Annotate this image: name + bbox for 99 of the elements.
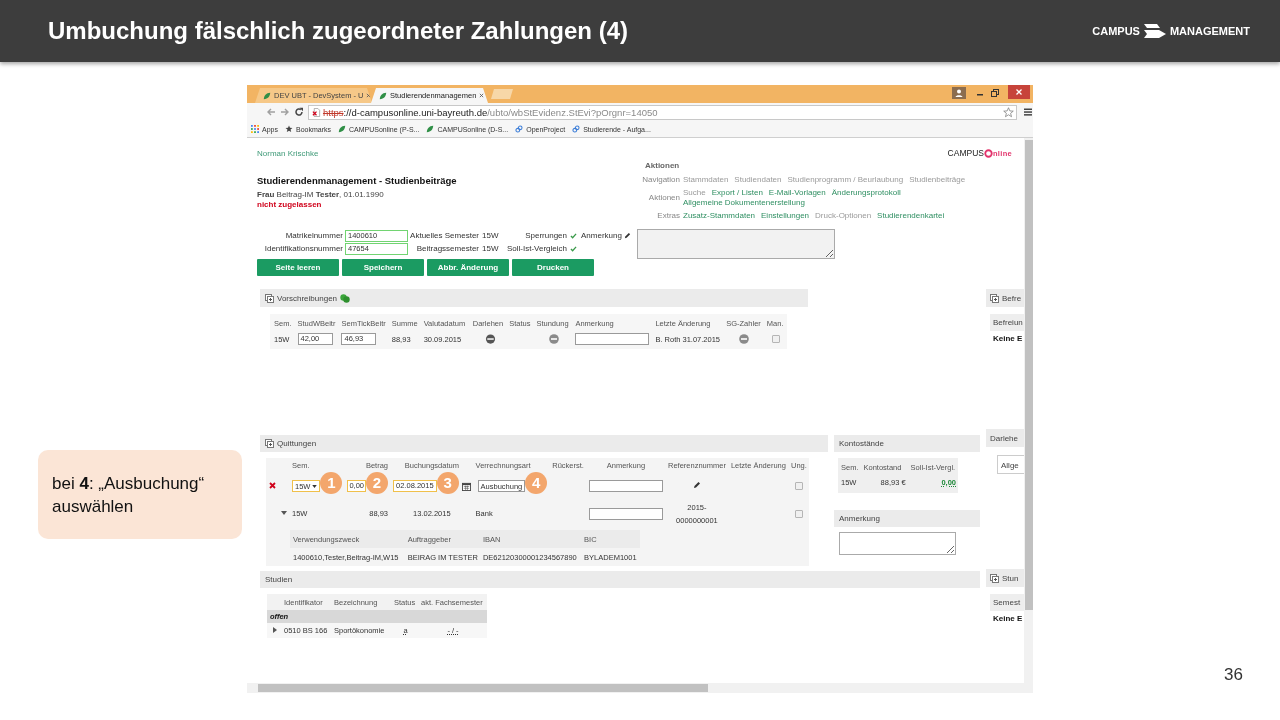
field-label: Beitragssemester bbox=[415, 244, 480, 253]
action-button[interactable]: Abbr. Änderung bbox=[427, 259, 509, 276]
forward-icon[interactable] bbox=[280, 107, 290, 117]
calendar-icon[interactable] bbox=[461, 481, 471, 491]
column-header: Semest bbox=[990, 594, 1024, 611]
close-icon[interactable] bbox=[479, 93, 485, 98]
ring-icon bbox=[984, 148, 993, 158]
scrollbar[interactable] bbox=[247, 683, 1033, 693]
user-link[interactable]: Norman Krischke bbox=[257, 148, 319, 158]
scrollbar-thumb[interactable] bbox=[1025, 140, 1033, 610]
field-label: Anmerkung bbox=[581, 231, 622, 240]
action-link[interactable]: Allgemeine Dokumentenerstellung bbox=[683, 198, 805, 208]
step-marker: 4 bbox=[525, 472, 548, 494]
logo-text: MANAGEMENT bbox=[1169, 25, 1250, 37]
field-value: 15W bbox=[482, 231, 500, 240]
action-link[interactable]: Änderungsprotokoll bbox=[831, 188, 901, 198]
expand-arrow-icon[interactable] bbox=[281, 510, 287, 516]
disc-icon[interactable] bbox=[484, 333, 496, 345]
input-field[interactable] bbox=[588, 480, 663, 492]
slide-title: Umbuchung fälschlich zugeordneter Zahlungen (4) bbox=[48, 17, 629, 45]
logo-icon bbox=[1142, 23, 1167, 39]
expand-icon[interactable] bbox=[265, 439, 274, 448]
panel-title: Befre bbox=[1002, 293, 1022, 303]
restore-icon[interactable] bbox=[990, 88, 1000, 98]
group-label: Extras bbox=[656, 211, 680, 221]
delete-icon[interactable] bbox=[269, 481, 276, 489]
link-icon bbox=[515, 125, 524, 133]
table-cell: Keine E bbox=[993, 334, 1024, 343]
checkbox[interactable] bbox=[794, 509, 803, 518]
step-marker: 2 bbox=[366, 472, 389, 494]
callout-text: bei 4: „Ausbuchung“ auswählen bbox=[52, 472, 206, 518]
panel-title: Darlehe bbox=[990, 433, 1018, 443]
field-label: Aktuelles Semester bbox=[409, 231, 480, 240]
section-title: Aktionen bbox=[645, 161, 681, 171]
field-label: Sperrungen bbox=[525, 231, 567, 240]
step-marker: 1 bbox=[320, 472, 343, 494]
action-link[interactable]: Einstellungen bbox=[761, 211, 810, 221]
page-number: 36 bbox=[1224, 665, 1243, 685]
dropdown-field[interactable]: Allge bbox=[997, 455, 1024, 474]
field-value: 15W bbox=[482, 244, 500, 253]
panel-title: Stun bbox=[1002, 573, 1019, 583]
panel-title: Kontostände bbox=[839, 439, 884, 448]
leaf-icon bbox=[338, 125, 346, 133]
coins-icon[interactable] bbox=[340, 293, 351, 303]
checkbox[interactable] bbox=[771, 335, 780, 343]
expand-icon[interactable] bbox=[265, 293, 274, 303]
scrollbar[interactable] bbox=[1024, 138, 1033, 683]
checkbox[interactable] bbox=[794, 482, 803, 490]
leaf-icon bbox=[379, 91, 387, 100]
status-text: nicht zugelassen bbox=[257, 200, 323, 210]
menu-icon[interactable] bbox=[1023, 107, 1033, 117]
expand-icon[interactable] bbox=[990, 293, 999, 303]
address-field[interactable]: https://d-campusonline.uni-bayreuth.de/ubto/wbStEvidenz.StEvi?pOrgnr=14050 bbox=[307, 104, 1017, 120]
star-icon bbox=[284, 125, 293, 133]
expand-icon[interactable] bbox=[990, 573, 999, 583]
group-label: Navigation bbox=[641, 175, 680, 185]
apps-grid-icon bbox=[251, 125, 259, 133]
panel-title: Anmerkung bbox=[839, 514, 880, 523]
field-label: Soll-Ist-Vergleich bbox=[506, 244, 567, 253]
panel-title: Quittungen bbox=[277, 439, 317, 448]
table-cell: Keine E bbox=[993, 614, 1024, 623]
minus-circle-icon[interactable] bbox=[549, 334, 560, 344]
input-field[interactable] bbox=[588, 507, 663, 520]
caret-icon bbox=[312, 484, 318, 488]
group-label: Aktionen bbox=[647, 193, 680, 203]
close-icon[interactable] bbox=[366, 93, 372, 98]
action-button[interactable]: Drucken bbox=[512, 259, 594, 276]
person-info: Frau Beitrag-IM Tester, 01.01.1990 bbox=[257, 190, 385, 200]
reload-icon[interactable] bbox=[293, 107, 304, 117]
page-heading: Studierendenmanagement - Studienbeiträge bbox=[257, 175, 458, 186]
close-icon[interactable] bbox=[1008, 85, 1030, 99]
remark-field[interactable] bbox=[637, 229, 835, 259]
action-link[interactable]: Export / Listen bbox=[711, 188, 763, 198]
action-link[interactable]: Zusatz-Stammdaten bbox=[683, 211, 756, 221]
panel-title: Studien bbox=[265, 575, 293, 584]
back-icon[interactable] bbox=[266, 107, 276, 117]
link-icon bbox=[572, 125, 581, 133]
action-link[interactable]: Studierendenkartei bbox=[877, 211, 945, 221]
leaf-icon bbox=[426, 125, 435, 133]
field-label: Matrikelnummer bbox=[284, 231, 344, 240]
person-icon[interactable] bbox=[952, 87, 966, 99]
action-button[interactable]: Speichern bbox=[342, 259, 424, 276]
logo-text: CAMPUS bbox=[947, 148, 984, 158]
column-header: Befreiun bbox=[990, 314, 1024, 331]
expand-arrow-icon[interactable] bbox=[271, 627, 278, 633]
field-label: Identifikationsnummer bbox=[263, 244, 344, 253]
action-button[interactable]: Seite leeren bbox=[257, 259, 339, 276]
step-marker: 3 bbox=[436, 472, 459, 494]
action-link[interactable]: E-Mail-Vorlagen bbox=[768, 188, 826, 198]
leaf-icon bbox=[263, 91, 271, 100]
panel-title: Vorschreibungen bbox=[277, 293, 338, 303]
minus-circle-icon[interactable] bbox=[739, 334, 750, 344]
pencil-icon[interactable] bbox=[623, 232, 631, 239]
pencil-icon[interactable] bbox=[692, 481, 701, 489]
scrollbar-thumb[interactable] bbox=[258, 684, 708, 692]
input-field[interactable] bbox=[575, 333, 650, 345]
remark-field[interactable] bbox=[839, 532, 956, 555]
logo-text: CAMPUS bbox=[1092, 25, 1140, 37]
star-icon[interactable] bbox=[1003, 106, 1014, 118]
